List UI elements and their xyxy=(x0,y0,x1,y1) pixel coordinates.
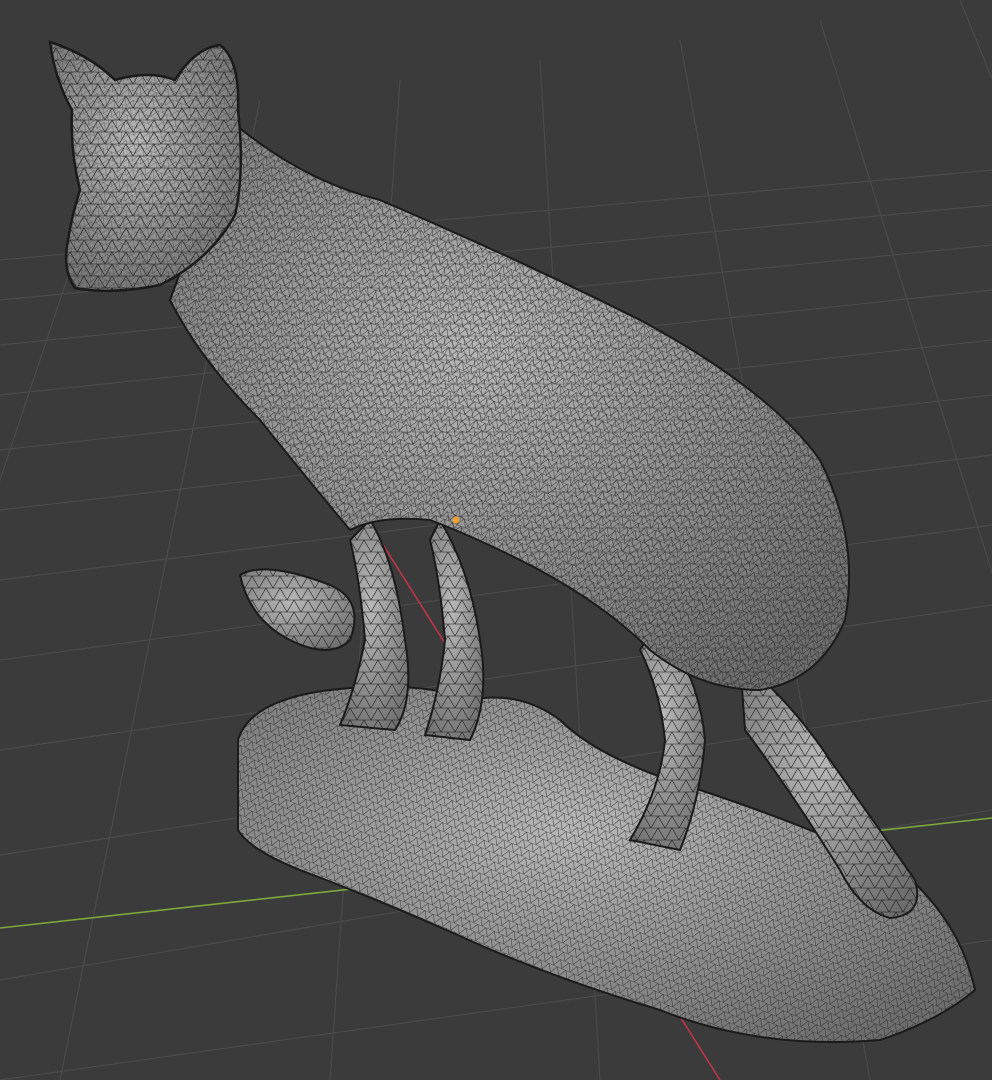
object-origin-dot[interactable] xyxy=(452,516,460,524)
3d-viewport[interactable] xyxy=(0,0,992,1080)
